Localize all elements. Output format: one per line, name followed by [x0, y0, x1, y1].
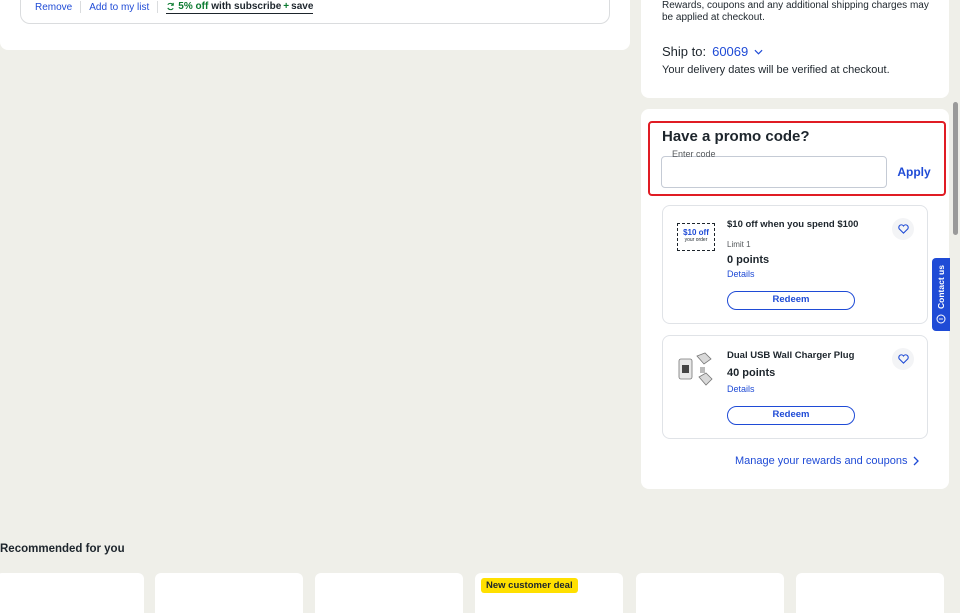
subscribe-discount: 5% off — [178, 0, 209, 12]
promo-code-label: Enter code — [672, 149, 716, 159]
divider — [80, 1, 82, 13]
product-card[interactable] — [155, 573, 303, 613]
reward-card: $10 off your order $10 off when you spen… — [662, 205, 928, 324]
manage-rewards-label: Manage your rewards and coupons — [735, 455, 908, 467]
delivery-note: Your delivery dates will be verified at … — [662, 64, 890, 76]
cart-item-actions: Remove Add to my list 5% off with subscr… — [35, 0, 314, 14]
refresh-icon — [167, 2, 175, 10]
contact-us-tab[interactable]: Contact us — [932, 258, 950, 331]
favorite-button[interactable] — [892, 218, 914, 240]
promo-title: Have a promo code? — [662, 128, 810, 145]
manage-rewards-link[interactable]: Manage your rewards and coupons — [735, 455, 920, 467]
subscribe-plus: + — [283, 0, 290, 12]
ship-to-row[interactable]: Ship to: 60069 — [662, 44, 763, 59]
redeem-button[interactable]: Redeem — [727, 291, 855, 310]
chevron-down-icon[interactable] — [754, 49, 763, 55]
ship-to-label: Ship to: — [662, 44, 707, 59]
redeem-button[interactable]: Redeem — [727, 406, 855, 425]
divider — [157, 1, 159, 13]
heart-icon — [897, 224, 909, 234]
add-to-list-link[interactable]: Add to my list — [89, 2, 149, 13]
remove-link[interactable]: Remove — [35, 2, 72, 13]
product-card[interactable] — [0, 573, 144, 613]
reward-points: 40 points — [727, 367, 776, 379]
coupon-image: $10 off your order — [677, 223, 715, 251]
heart-icon — [897, 354, 909, 364]
subscribe-text: with subscribe — [211, 0, 282, 12]
promo-code-input[interactable] — [661, 156, 887, 188]
reward-details-link[interactable]: Details — [727, 384, 755, 394]
product-card[interactable] — [315, 573, 463, 613]
product-card[interactable] — [636, 573, 784, 613]
checkout-note: Rewards, coupons and any additional ship… — [662, 0, 929, 23]
scrollbar-thumb[interactable] — [953, 102, 958, 235]
apply-button[interactable]: Apply — [893, 163, 935, 181]
reward-title: $10 off when you spend $100 — [727, 219, 859, 230]
favorite-button[interactable] — [892, 348, 914, 370]
coupon-image-amount: $10 off — [683, 228, 709, 237]
product-card[interactable] — [796, 573, 944, 613]
ship-zip[interactable]: 60069 — [712, 44, 748, 59]
save-text: save — [291, 0, 314, 12]
chevron-right-icon — [913, 456, 920, 466]
coupon-image-sub: your order — [684, 237, 708, 243]
reward-details-link[interactable]: Details — [727, 269, 755, 279]
chat-icon — [936, 314, 946, 324]
reward-limit: Limit 1 — [727, 240, 751, 249]
new-customer-deal-badge: New customer deal — [481, 578, 578, 593]
reward-title: Dual USB Wall Charger Plug — [727, 350, 855, 361]
charger-image — [678, 352, 713, 386]
reward-points: 0 points — [727, 254, 770, 266]
recommended-heading: Recommended for you — [0, 543, 125, 555]
contact-us-label: Contact us — [936, 265, 946, 309]
scrollbar-track[interactable] — [951, 0, 960, 600]
reward-card: Dual USB Wall Charger Plug 40 points Det… — [662, 335, 928, 439]
subscribe-save-link[interactable]: 5% off with subscribe + save — [166, 0, 314, 14]
